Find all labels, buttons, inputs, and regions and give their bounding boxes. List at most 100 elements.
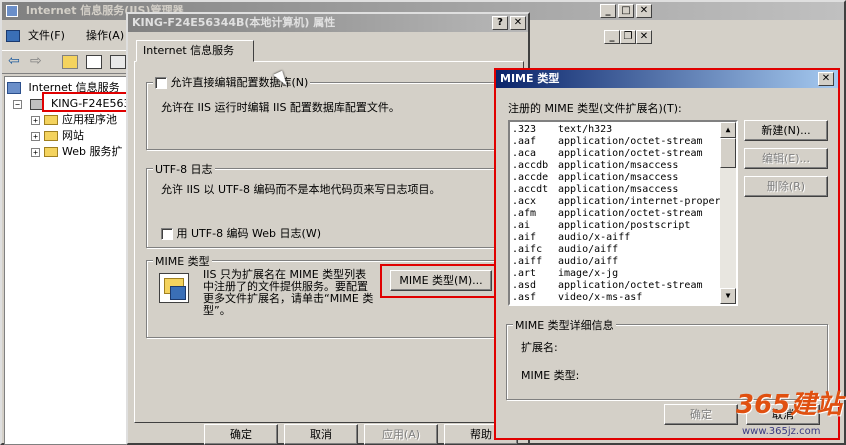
mime-list-label: 注册的 MIME 类型(文件扩展名)(T): bbox=[508, 102, 682, 115]
mmc-close-button[interactable]: ✕ bbox=[636, 4, 652, 18]
mime-ext: .accdt bbox=[512, 184, 549, 195]
utf8-description: 允许 IIS 以 UTF-8 编码而不是本地代码页来写日志项目。 bbox=[161, 183, 441, 196]
mime-description: IIS 只为扩展名在 MIME 类型列表 中注册了的文件提供服务。要配置 更多文… bbox=[203, 269, 383, 317]
mime-list-row[interactable]: .aifc audio/aiff bbox=[510, 244, 720, 256]
up-folder-icon[interactable] bbox=[62, 55, 78, 69]
mmc-minimize-button[interactable]: _ bbox=[600, 4, 616, 18]
mime-list-row[interactable]: .aiff audio/aiff bbox=[510, 256, 720, 268]
scroll-down-button[interactable]: ▼ bbox=[720, 288, 736, 304]
tree-item-websites[interactable]: + 网站 bbox=[31, 129, 84, 143]
folder-icon bbox=[44, 115, 58, 125]
watermark-logo: 365建站 www.365jz.com bbox=[736, 384, 844, 442]
edit-mime-button[interactable]: 编辑(E)... bbox=[744, 148, 828, 169]
mmc-app-icon bbox=[6, 5, 18, 17]
mime-list-row[interactable]: .afm application/octet-stream bbox=[510, 208, 720, 220]
expand-icon[interactable]: + bbox=[31, 115, 40, 125]
collapse-icon[interactable]: − bbox=[13, 99, 22, 109]
mime-ext: .aifc bbox=[512, 244, 543, 255]
tree-item-label: 应用程序池 bbox=[62, 113, 117, 126]
mime-types-list[interactable]: .323 text/h323 .aaf application/octet-strea… bbox=[508, 120, 738, 306]
mime-ext: .323 bbox=[512, 124, 537, 135]
mime-dialog-close-button[interactable]: ✕ bbox=[818, 72, 834, 86]
mime-types-icon bbox=[159, 273, 189, 303]
tree-item-label: Web 服务扩 bbox=[62, 145, 123, 158]
menu-action[interactable]: 操作(A) bbox=[86, 26, 124, 46]
utf8-checkbox-row[interactable]: 用 UTF-8 编码 Web 日志(W) bbox=[161, 225, 321, 241]
edit-config-checkbox[interactable] bbox=[155, 77, 167, 89]
mime-type: audio/aiff bbox=[558, 244, 619, 255]
mime-list-row[interactable]: .accde application/msaccess bbox=[510, 172, 720, 184]
scroll-up-button[interactable]: ▲ bbox=[720, 122, 736, 138]
delete-mime-button[interactable]: 删除(R) bbox=[744, 176, 828, 197]
folder-icon bbox=[44, 131, 58, 141]
scroll-thumb[interactable] bbox=[720, 138, 736, 168]
menu-file[interactable]: 文件(F) bbox=[28, 26, 65, 46]
mime-type: application/octet-stream bbox=[558, 148, 703, 159]
mime-list-row[interactable]: .aaf application/octet-stream bbox=[510, 136, 720, 148]
mime-type-label: MIME 类型: bbox=[521, 369, 580, 382]
mime-list-row[interactable]: .asf video/x-ms-asf bbox=[510, 292, 720, 304]
mime-type: application/msaccess bbox=[558, 184, 679, 195]
mime-list-row[interactable]: .asd application/octet-stream bbox=[510, 280, 720, 292]
mmc-menubar: 文件(F) 操作(A) bbox=[2, 26, 132, 46]
ok-button[interactable]: 确定 bbox=[204, 424, 278, 445]
new-mime-button[interactable]: 新建(N)... bbox=[744, 120, 828, 141]
mime-list-row[interactable]: .accdt application/msaccess bbox=[510, 184, 720, 196]
properties-icon[interactable] bbox=[110, 55, 126, 69]
mime-dialog-titlebar: MIME 类型 bbox=[496, 70, 838, 88]
mime-type: application/octet-stream bbox=[558, 280, 703, 291]
properties-help-button[interactable]: ? bbox=[492, 16, 508, 30]
expand-icon[interactable]: + bbox=[31, 131, 40, 141]
mime-ext: .accdb bbox=[512, 160, 549, 171]
mime-list-scrollbar[interactable]: ▲ ▼ bbox=[720, 122, 736, 304]
tree-pane: Internet 信息服务 − KING-F24E5634 + 应用程序池 + 网站… bbox=[4, 76, 130, 445]
mime-list-row[interactable]: .accdb application/msaccess bbox=[510, 160, 720, 172]
console-icon bbox=[6, 30, 20, 42]
extension-label: 扩展名: bbox=[521, 341, 558, 354]
mime-list-row[interactable]: .ai application/postscript bbox=[510, 220, 720, 232]
show-tree-icon[interactable] bbox=[86, 55, 102, 69]
mime-list-row[interactable]: .323 text/h323 bbox=[510, 124, 720, 136]
tab-iis-label: Internet 信息服务 bbox=[143, 44, 235, 57]
mime-dialog-title: MIME 类型 bbox=[500, 72, 560, 85]
edit-config-group: 允许直接编辑配置数据库(N) 允许在 IIS 运行时编辑 IIS 配置数据库配置… bbox=[146, 74, 516, 150]
mime-ext: .art bbox=[512, 268, 537, 279]
mime-details-label: MIME 类型详细信息 bbox=[513, 317, 616, 333]
mime-ext: .aiff bbox=[512, 256, 543, 267]
mime-type: audio/aiff bbox=[558, 256, 619, 267]
cancel-button[interactable]: 取消 bbox=[284, 424, 358, 445]
folder-icon bbox=[44, 147, 58, 157]
mime-ext: .acx bbox=[512, 196, 537, 207]
mmc-maximize-button[interactable]: □ bbox=[618, 4, 634, 18]
properties-close-button[interactable]: ✕ bbox=[510, 16, 526, 30]
mime-type: application/postscript bbox=[558, 220, 691, 231]
mime-list-row[interactable]: .aif audio/x-aiff bbox=[510, 232, 720, 244]
mime-list-row[interactable]: .acx application/internet-proper bbox=[510, 196, 721, 208]
child-restore-button[interactable]: ❐ bbox=[620, 30, 636, 44]
mime-ext: .aif bbox=[512, 232, 537, 243]
back-arrow-icon[interactable]: ⇦ bbox=[8, 53, 20, 69]
forward-arrow-icon[interactable]: ⇨ bbox=[30, 53, 42, 69]
apply-button[interactable]: 应用(A) bbox=[364, 424, 438, 445]
mime-ext: .accde bbox=[512, 172, 549, 183]
mime-rows: .323 text/h323 .aaf application/octet-strea… bbox=[510, 124, 721, 304]
tab-iis[interactable]: Internet 信息服务 bbox=[136, 40, 254, 62]
mime-ext: .aaf bbox=[512, 136, 537, 147]
mime-ext: .asf bbox=[512, 292, 537, 303]
expand-icon[interactable]: + bbox=[31, 147, 40, 157]
utf8-checkbox[interactable] bbox=[161, 228, 173, 240]
utf8-checkbox-label: 用 UTF-8 编码 Web 日志(W) bbox=[176, 227, 322, 240]
child-minimize-button[interactable]: _ bbox=[604, 30, 620, 44]
tree-item-web-extensions[interactable]: + Web 服务扩 bbox=[31, 145, 122, 159]
mime-list-row[interactable]: .art image/x-jg bbox=[510, 268, 720, 280]
child-close-button[interactable]: ✕ bbox=[636, 30, 652, 44]
mime-type: text/h323 bbox=[558, 124, 613, 135]
mime-list-row[interactable]: .aca application/octet-stream bbox=[510, 148, 720, 160]
mime-ext: .asd bbox=[512, 280, 537, 291]
mime-type: audio/x-aiff bbox=[558, 232, 631, 243]
tree-item-label: 网站 bbox=[62, 129, 84, 142]
mime-ext: .afm bbox=[512, 208, 537, 219]
mime-group-label: MIME 类型 bbox=[153, 253, 212, 269]
tree-item-app-pools[interactable]: + 应用程序池 bbox=[31, 113, 117, 127]
mime-ok-button[interactable]: 确定 bbox=[664, 404, 738, 425]
